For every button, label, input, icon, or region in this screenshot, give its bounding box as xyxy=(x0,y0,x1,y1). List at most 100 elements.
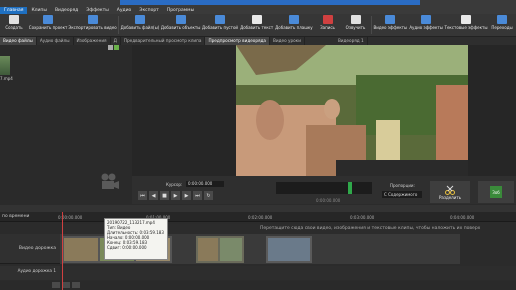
ruler-tick: 0:03:00.000 xyxy=(350,215,375,220)
tab-clip-preview[interactable]: Предварительный просмотр клипа xyxy=(121,37,206,45)
ribbon-label: Видео эффекты xyxy=(373,25,408,30)
tab-more[interactable]: Д xyxy=(111,37,121,45)
timecode-display: 0:00:00.000 xyxy=(316,198,341,203)
aspect-select[interactable]: С Содержимого xyxy=(382,191,422,198)
thumbnail-view-icon[interactable] xyxy=(114,45,119,50)
loop-icon[interactable]: ↻ xyxy=(204,191,213,200)
ribbon-button-text-effects[interactable]: Текстовые эффекты xyxy=(444,14,488,36)
video-clip[interactable] xyxy=(266,236,312,263)
ribbon-label: Озвучить xyxy=(345,25,366,30)
ribbon-label: Переходы xyxy=(491,25,513,30)
video-clip[interactable] xyxy=(196,236,244,263)
add-green-icon: Зоб xyxy=(490,186,502,198)
ribbon-button-add-empty[interactable]: Добавить пустой xyxy=(201,14,239,36)
video-frame xyxy=(236,45,468,176)
menu-clips[interactable]: Клипы xyxy=(27,7,51,14)
timeline-toolbar xyxy=(0,205,516,212)
transitions-icon xyxy=(497,15,508,24)
ribbon-button-audio-effects[interactable]: Аудио эффекты xyxy=(408,14,444,36)
ribbon-button-add-objects[interactable]: Добавить объекты xyxy=(160,14,201,36)
ribbon-button-add-file[interactable]: Добавить файл(ы) xyxy=(120,14,160,36)
menu-export[interactable]: Экспорт xyxy=(135,7,163,14)
ribbon-button-add-text[interactable]: Добавить текст xyxy=(239,14,274,36)
ribbon-button-video-effects[interactable]: Видео эффекты xyxy=(372,14,408,36)
ribbon-button-voiceover[interactable]: Озвучить xyxy=(342,14,370,36)
cursor-label: Курсор: xyxy=(166,182,183,187)
ribbon-button-new-project[interactable]: Создать xyxy=(0,14,28,36)
menu-effects[interactable]: Эффекты xyxy=(82,7,113,14)
cursor-input[interactable]: 0:00:00.000 xyxy=(186,181,224,187)
ribbon-label: Экспортировать видео xyxy=(68,25,117,30)
ribbon-label: Аудио эффекты xyxy=(409,25,443,30)
video-preview[interactable] xyxy=(236,45,468,176)
ribbon-button-record[interactable]: Запись xyxy=(314,14,342,36)
step-forward-icon[interactable]: ▶ xyxy=(182,191,191,200)
new-project-icon xyxy=(9,15,19,24)
add-shape-icon xyxy=(288,15,299,24)
tab-audio-files[interactable]: Аудио файлы xyxy=(37,37,74,45)
fit-icon[interactable] xyxy=(72,282,80,288)
zoom-out-icon[interactable] xyxy=(52,282,60,288)
media-file-label: 7.mp4 xyxy=(0,76,13,81)
tab-video-files[interactable]: Видео файлы xyxy=(0,37,37,45)
step-back-icon[interactable]: ◀ xyxy=(149,191,158,200)
playback-controls: ⏮ ◀ ■ ▶ ▶ ⏭ ↻ xyxy=(138,191,213,200)
tab-sequence-1[interactable]: Видеоряд 1 xyxy=(335,37,368,45)
ribbon-label: Добавить файл(ы) xyxy=(120,25,160,30)
audio-track[interactable] xyxy=(60,266,516,280)
menu-home[interactable]: Главная xyxy=(0,7,28,14)
record-icon xyxy=(322,15,333,24)
ribbon-separator xyxy=(117,16,119,34)
audio-effects-icon xyxy=(421,15,432,24)
playhead[interactable] xyxy=(62,212,63,290)
ribbon-separator xyxy=(370,16,372,34)
media-bin-tools xyxy=(108,45,119,50)
menu-sequence[interactable]: Видеоряд xyxy=(51,7,82,14)
text-effects-icon xyxy=(461,15,471,24)
tab-images[interactable]: Изображения xyxy=(74,37,111,45)
split-label: Разделить xyxy=(438,194,462,200)
media-thumbnail[interactable] xyxy=(0,56,10,75)
ribbon-label: Добавить пустой xyxy=(202,25,239,30)
ribbon-toolbar: Создать Сохранить проект Экспортировать ви… xyxy=(0,14,516,37)
ribbon-label: Запись xyxy=(320,25,335,30)
tab-video-lessons[interactable]: Видео уроки xyxy=(270,37,305,45)
ribbon-label: Добавить плашку xyxy=(275,25,313,30)
ribbon-button-save[interactable]: Сохранить проект xyxy=(28,14,68,36)
clip-tooltip: 20190722_113217.mp4 Тип: Видео Длительно… xyxy=(104,218,168,260)
ruler-left-label: по времени xyxy=(2,214,30,219)
ribbon-label: Добавить текст xyxy=(240,25,274,30)
title-bar-highlight xyxy=(120,0,420,5)
ribbon-button-export[interactable]: Экспортировать видео xyxy=(68,14,117,36)
ribbon-label: Создать xyxy=(5,25,23,30)
video-track-label: Видео дорожка xyxy=(18,246,56,251)
video-effects-icon xyxy=(385,15,396,24)
go-start-icon[interactable]: ⏮ xyxy=(138,191,147,200)
scissors-icon xyxy=(445,185,455,195)
ribbon-label: Добавить объекты xyxy=(160,25,201,30)
zoom-in-icon[interactable] xyxy=(62,282,70,288)
clip-thumbnails xyxy=(196,236,244,263)
play-icon[interactable]: ▶ xyxy=(171,191,180,200)
menu-audio[interactable]: Аудио xyxy=(113,7,136,14)
camera-icon xyxy=(101,173,119,189)
menu-programs[interactable]: Программы xyxy=(163,7,198,14)
export-icon xyxy=(87,15,98,24)
timeline-ruler[interactable]: по времени 0:00:00.000 0:01:00.000 0:02:… xyxy=(0,212,516,222)
add-media-button[interactable]: Зоб xyxy=(478,181,514,203)
list-view-icon[interactable] xyxy=(108,45,113,50)
ribbon-button-transitions[interactable]: Переходы xyxy=(488,14,516,36)
scrub-bar[interactable] xyxy=(276,182,372,194)
ribbon-button-add-shape[interactable]: Добавить плашку xyxy=(274,14,313,36)
timeline-bottom-tools xyxy=(0,281,516,290)
scrub-marker xyxy=(348,182,352,194)
add-empty-icon xyxy=(215,15,226,24)
tab-sequence-preview[interactable]: Предпросмотр видеоряда xyxy=(205,37,271,45)
go-end-icon[interactable]: ⏭ xyxy=(193,191,202,200)
ruler-tick: 0:04:00.000 xyxy=(450,215,475,220)
split-button[interactable]: Разделить xyxy=(430,181,470,203)
ruler-tick: 0:02:00.000 xyxy=(248,215,273,220)
ribbon-label: Текстовые эффекты xyxy=(444,25,488,30)
tooltip-line: Сдвиг: 0:00:00.000 xyxy=(107,245,147,250)
stop-icon[interactable]: ■ xyxy=(160,191,169,200)
